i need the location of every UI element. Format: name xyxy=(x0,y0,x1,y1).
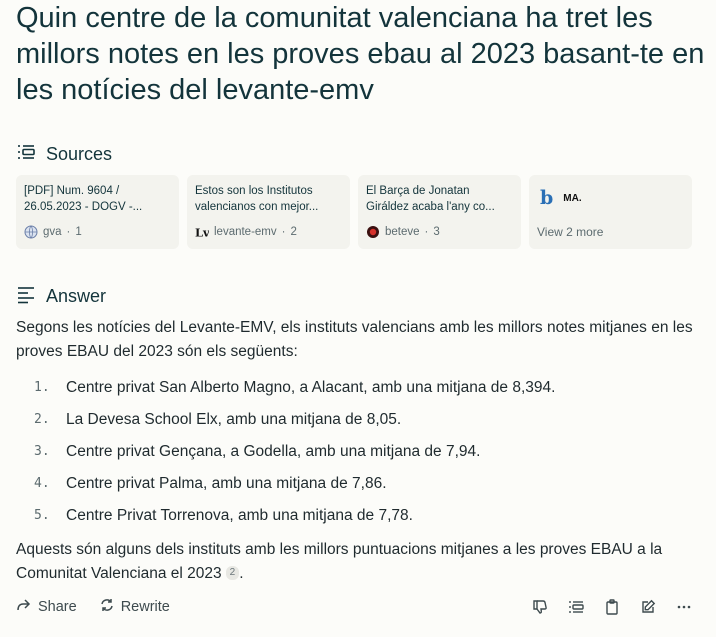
answer-intro: Segons les notícies del Levante-EMV, els… xyxy=(16,319,693,360)
answer-body: Segons les notícies del Levante-EMV, els… xyxy=(16,316,706,586)
sources-icon xyxy=(16,142,36,167)
list-item: 3. Centre privat Gençana, a Godella, amb … xyxy=(16,436,706,468)
sources-list-icon[interactable] xyxy=(568,599,584,615)
list-text: Centre Privat Torrenova, amb una mitjana… xyxy=(66,507,413,524)
list-text: Centre privat San Alberto Magno, a Alaca… xyxy=(66,379,556,396)
source-site: levante-emv xyxy=(214,226,277,238)
page-title: Quin centre de la comunitat valenciana h… xyxy=(16,2,705,106)
globe-icon xyxy=(24,225,38,239)
answer-closing-text: Aquests són alguns dels instituts amb le… xyxy=(16,541,663,582)
source-logo-b: b xyxy=(540,187,554,209)
source-index: 3 xyxy=(433,226,440,238)
sources-heading-label: Sources xyxy=(46,144,113,164)
list-number: 2. xyxy=(34,412,50,427)
view-more-label: View 2 more xyxy=(537,225,604,239)
answer-closing: Aquests són alguns dels instituts amb le… xyxy=(16,538,706,586)
source-card-title: El Barça de Jonatan Giráldez acaba l'any… xyxy=(366,185,495,213)
beteve-logo xyxy=(366,225,380,239)
answer-toolbar: Share Rewrite xyxy=(16,596,692,618)
source-card-title: Estos son los Institutos valencianos con… xyxy=(195,185,319,213)
answer-icon xyxy=(16,284,36,309)
source-card-gva[interactable]: [PDF] Num. 9604 / 26.05.2023 - DOGV -...… xyxy=(16,175,179,249)
source-card-title: [PDF] Num. 9604 / 26.05.2023 - DOGV -... xyxy=(24,185,143,213)
list-number: 4. xyxy=(34,476,50,491)
citation-badge[interactable]: 2 xyxy=(225,566,240,580)
copy-icon[interactable] xyxy=(604,599,620,615)
rewrite-icon xyxy=(99,597,115,617)
list-item: 4. Centre privat Palma, amb una mitjana d… xyxy=(16,468,706,500)
rewrite-button[interactable]: Rewrite xyxy=(99,597,170,617)
list-text: La Devesa School Elx, amb una mitjana de… xyxy=(66,411,402,428)
view-more-sources-button[interactable]: b MA. View 2 more xyxy=(529,175,692,249)
source-logo-ma: MA. xyxy=(563,192,582,204)
source-site: gva xyxy=(43,226,62,238)
list-number: 3. xyxy=(34,444,50,459)
share-label: Share xyxy=(38,599,77,615)
source-site: beteve xyxy=(385,226,420,238)
source-index: 2 xyxy=(290,226,297,238)
list-number: 1. xyxy=(34,380,50,395)
source-card-beteve[interactable]: El Barça de Jonatan Giráldez acaba l'any… xyxy=(358,175,521,249)
share-button[interactable]: Share xyxy=(16,597,77,617)
list-text: Centre privat Gençana, a Godella, amb un… xyxy=(66,443,481,460)
sources-list: [PDF] Num. 9604 / 26.05.2023 - DOGV -...… xyxy=(16,175,692,249)
share-icon xyxy=(16,597,32,617)
more-icon[interactable] xyxy=(676,599,692,615)
list-number: 5. xyxy=(34,508,50,523)
sources-heading: Sources xyxy=(16,142,112,167)
svg-text:Lv: Lv xyxy=(195,225,209,239)
rewrite-label: Rewrite xyxy=(120,599,170,615)
answer-list: 1. Centre privat San Alberto Magno, a Ala… xyxy=(16,372,706,532)
list-text: Centre privat Palma, amb una mitjana de … xyxy=(66,475,387,492)
levante-emv-logo: Lv xyxy=(195,225,209,239)
thumbs-down-icon[interactable] xyxy=(532,599,548,615)
list-item: 2. La Devesa School Elx, amb una mitjana … xyxy=(16,404,706,436)
source-index: 1 xyxy=(75,226,82,238)
list-item: 5. Centre Privat Torrenova, amb una mitja… xyxy=(16,500,706,532)
answer-heading: Answer xyxy=(16,284,106,309)
edit-icon[interactable] xyxy=(640,599,656,615)
answer-closing-end: . xyxy=(239,565,244,582)
answer-heading-label: Answer xyxy=(46,286,107,306)
source-card-levante-emv[interactable]: Estos son los Institutos valencianos con… xyxy=(187,175,350,249)
list-item: 1. Centre privat San Alberto Magno, a Ala… xyxy=(16,372,706,404)
